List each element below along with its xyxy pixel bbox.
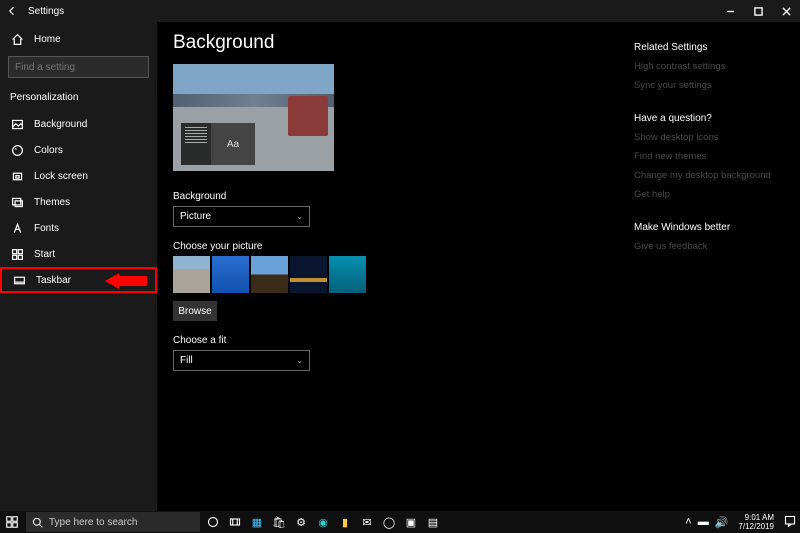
window-title: Settings — [28, 6, 64, 17]
taskbar-app-icon[interactable]: ▦ — [246, 511, 268, 533]
help-link[interactable]: Change my desktop background — [634, 170, 778, 181]
picture-thumb[interactable] — [251, 256, 288, 293]
minimize-button[interactable] — [716, 0, 744, 22]
fit-label: Choose a fit — [173, 335, 634, 346]
start-button[interactable] — [0, 511, 24, 533]
taskbar-icon — [12, 274, 26, 287]
close-button[interactable] — [772, 0, 800, 22]
taskview-icon[interactable] — [224, 511, 246, 533]
right-panel: Related Settings High contrast settings … — [634, 32, 784, 511]
back-button[interactable] — [0, 0, 24, 22]
related-settings-head: Related Settings — [634, 42, 778, 53]
picture-thumb[interactable] — [329, 256, 366, 293]
search-icon — [32, 517, 43, 528]
sidebar-item-label: Colors — [34, 145, 63, 156]
sidebar-item-label: Lock screen — [34, 171, 88, 182]
mail-icon[interactable]: ✉ — [356, 511, 378, 533]
help-link[interactable]: Show desktop icons — [634, 132, 778, 143]
picture-thumbnails — [173, 256, 634, 293]
taskbar-app-icon[interactable]: ▣ — [400, 511, 422, 533]
fit-dropdown-value: Fill — [180, 355, 193, 366]
preview-sample-text: Aa — [211, 123, 255, 165]
background-label: Background — [173, 191, 634, 202]
sidebar-category: Personalization — [0, 86, 157, 111]
taskbar-search-placeholder: Type here to search — [49, 517, 137, 528]
system-clock[interactable]: 9:01 AM 7/12/2019 — [734, 513, 778, 531]
chevron-down-icon: ⌄ — [296, 212, 303, 221]
sidebar-home-label: Home — [34, 34, 61, 45]
sidebar-item-taskbar[interactable]: Taskbar — [0, 267, 157, 293]
picture-thumb[interactable] — [212, 256, 249, 293]
tray-network-icon[interactable]: ▬ — [698, 516, 709, 528]
palette-icon — [10, 144, 24, 157]
sidebar-item-themes[interactable]: Themes — [0, 189, 157, 215]
picture-thumb[interactable] — [173, 256, 210, 293]
fonts-icon — [10, 222, 24, 235]
chevron-down-icon: ⌄ — [296, 356, 303, 365]
home-icon — [10, 33, 24, 46]
help-link[interactable]: Find new themes — [634, 151, 778, 162]
sidebar-item-colors[interactable]: Colors — [0, 137, 157, 163]
cortana-icon[interactable] — [202, 511, 224, 533]
related-link[interactable]: Sync your settings — [634, 80, 778, 91]
picture-icon — [10, 118, 24, 131]
clock-date: 7/12/2019 — [738, 522, 774, 531]
background-preview: Aa — [173, 64, 334, 171]
choose-picture-label: Choose your picture — [173, 241, 634, 252]
explorer-icon[interactable]: ▮ — [334, 511, 356, 533]
sidebar-item-fonts[interactable]: Fonts — [0, 215, 157, 241]
help-link[interactable]: Get help — [634, 189, 778, 200]
tray-volume-icon[interactable]: 🔊 — [715, 516, 729, 529]
sidebar: Home Personalization Background Colors L… — [0, 22, 157, 511]
sidebar-item-label: Fonts — [34, 223, 59, 234]
search-input[interactable] — [8, 56, 149, 78]
sidebar-item-background[interactable]: Background — [0, 111, 157, 137]
sidebar-item-lockscreen[interactable]: Lock screen — [0, 163, 157, 189]
related-link[interactable]: High contrast settings — [634, 61, 778, 72]
sidebar-item-label: Taskbar — [36, 275, 71, 286]
lock-icon — [10, 170, 24, 183]
sidebar-item-label: Background — [34, 119, 87, 130]
sidebar-home[interactable]: Home — [0, 26, 157, 52]
picture-thumb[interactable] — [290, 256, 327, 293]
better-head: Make Windows better — [634, 222, 778, 233]
page-title: Background — [173, 32, 634, 54]
store-icon[interactable]: 🛍 — [268, 511, 290, 533]
taskbar: Type here to search ▦ 🛍 ⚙ ◉ ▮ ✉ ◯ ▣ ▤ ˄ … — [0, 511, 800, 533]
terminal-icon[interactable]: ▤ — [422, 511, 444, 533]
browse-button[interactable]: Browse — [173, 301, 217, 321]
xbox-icon[interactable]: ◯ — [378, 511, 400, 533]
feedback-link[interactable]: Give us feedback — [634, 241, 778, 252]
maximize-button[interactable] — [744, 0, 772, 22]
question-head: Have a question? — [634, 113, 778, 124]
sidebar-item-start[interactable]: Start — [0, 241, 157, 267]
edge-icon[interactable]: ◉ — [312, 511, 334, 533]
action-center-icon[interactable] — [784, 515, 796, 530]
sidebar-item-label: Themes — [34, 197, 70, 208]
annotation-arrow — [105, 273, 147, 289]
settings-icon[interactable]: ⚙ — [290, 511, 312, 533]
fit-dropdown[interactable]: Fill ⌄ — [173, 350, 310, 371]
background-dropdown-value: Picture — [180, 211, 211, 222]
background-dropdown[interactable]: Picture ⌄ — [173, 206, 310, 227]
sidebar-item-label: Start — [34, 249, 55, 260]
tray-chevron-icon[interactable]: ˄ — [685, 516, 691, 528]
clock-time: 9:01 AM — [738, 513, 774, 522]
themes-icon — [10, 196, 24, 209]
start-icon — [10, 248, 24, 261]
taskbar-search[interactable]: Type here to search — [26, 512, 200, 532]
